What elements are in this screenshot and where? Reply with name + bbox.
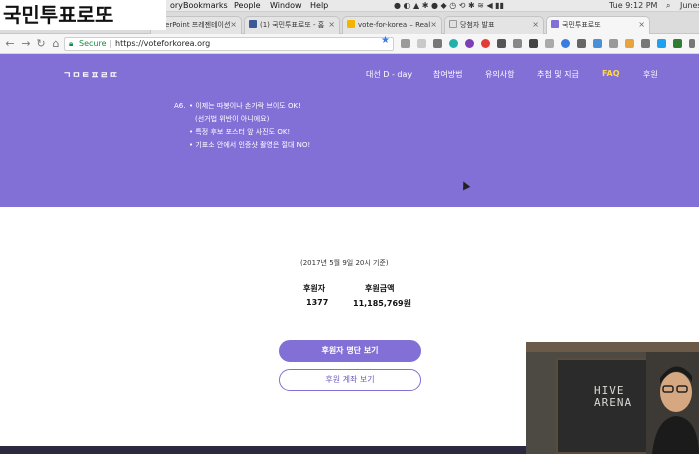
secure-label: Secure xyxy=(79,39,107,48)
extension-icon[interactable] xyxy=(513,39,522,48)
video-title-overlay: 국민투표로또 xyxy=(0,0,166,30)
search-icon[interactable]: ⌕ xyxy=(666,1,670,11)
bookmark-star-icon[interactable]: ★ xyxy=(381,35,390,46)
extension-icon[interactable] xyxy=(401,39,410,48)
extension-icon[interactable] xyxy=(545,39,554,48)
nav-item-how-to[interactable]: 참여방법 xyxy=(433,69,462,80)
address-bar[interactable]: 🔒︎ Secure https://voteforkorea.org xyxy=(64,37,394,51)
chalkboard-text: HIVE ARENA xyxy=(594,385,632,409)
user-menu[interactable]: Junes xyxy=(680,1,699,11)
tab-label: owerPoint 프레젠테이션 xyxy=(155,21,231,29)
extension-icon[interactable] xyxy=(625,39,634,48)
menu-window[interactable]: Window xyxy=(270,1,302,11)
webcam-overlay: HIVE ARENA xyxy=(526,342,699,454)
tab-label: 국민투표로또 xyxy=(562,21,601,29)
facebook-icon xyxy=(249,20,257,28)
tab-label: vote-for-korea – Real xyxy=(358,21,431,29)
home-icon[interactable]: ⌂ xyxy=(50,37,62,50)
donors-value: 1377 xyxy=(306,298,329,307)
clock: Tue 9:12 PM xyxy=(609,1,658,10)
close-icon[interactable]: × xyxy=(638,17,645,33)
extension-icon[interactable] xyxy=(593,39,602,48)
amount-label: 후원금액 xyxy=(365,284,395,293)
close-icon[interactable]: × xyxy=(328,17,335,33)
menu-history[interactable]: ory xyxy=(170,1,183,11)
menu-icon[interactable] xyxy=(689,39,695,48)
back-arrow-icon[interactable]: ← xyxy=(4,37,16,50)
extension-icon[interactable] xyxy=(561,39,570,48)
url-text: https://voteforkorea.org xyxy=(115,39,211,48)
extension-icon[interactable] xyxy=(465,39,474,48)
faq-bullet: • 기표소 안에서 인증샷 촬영은 절대 NO! xyxy=(189,141,311,149)
menu-people[interactable]: People xyxy=(234,1,261,11)
board-line: ARENA xyxy=(594,396,633,409)
tab-facebook[interactable]: (1) 국민투표로또 - 홈 × xyxy=(244,16,340,34)
extension-icon[interactable] xyxy=(609,39,618,48)
donor-list-button[interactable]: 후원자 명단 보기 xyxy=(279,340,421,362)
forward-arrow-icon[interactable]: → xyxy=(20,37,32,50)
extension-icon[interactable] xyxy=(417,39,426,48)
screen: ory Bookmarks People Window Help ● ◐ ▲ ✱… xyxy=(0,0,699,454)
faq-bullet: • 이제는 따봉이나 손가락 브이도 OK! xyxy=(189,102,301,110)
lock-icon: 🔒︎ xyxy=(69,39,74,48)
divider xyxy=(110,40,111,48)
nav-item-notes[interactable]: 유의사항 xyxy=(485,69,514,80)
tab-vote-for-korea[interactable]: vote-for-korea – Real × xyxy=(342,16,442,34)
nav-item-donate[interactable]: 후원 xyxy=(643,69,658,80)
presenter-image xyxy=(646,352,699,454)
extension-icon[interactable] xyxy=(641,39,650,48)
faq-bullet-sub: (선거법 위반이 아니에요) xyxy=(195,115,270,123)
site-logo[interactable]: ㄱㅁㅌㅍㄹㄸ xyxy=(63,68,119,81)
close-icon[interactable]: × xyxy=(532,17,539,33)
close-icon[interactable]: × xyxy=(430,17,437,33)
amount-value: 11,185,769원 xyxy=(353,299,411,308)
close-icon[interactable]: × xyxy=(230,17,237,33)
as-of-date: (2017년 5월 9일 20시 기준) xyxy=(300,259,389,267)
extension-icon[interactable] xyxy=(657,39,666,48)
wall-strip xyxy=(526,342,699,352)
tray-icons: ● ◐ ▲ ✱ ● ◆ ◷ ⟲ ✱ ≋ ◀ ▮▮ xyxy=(394,1,504,10)
nav-item-dday[interactable]: 대선 D - day xyxy=(366,69,412,80)
page-icon xyxy=(449,20,457,28)
extension-icon[interactable] xyxy=(481,39,490,48)
tab-winner-announcement[interactable]: 당첨자 발표 × xyxy=(444,16,544,34)
menu-help[interactable]: Help xyxy=(310,1,328,11)
donation-account-button[interactable]: 후원 계좌 보기 xyxy=(279,369,421,391)
tab-label: 당첨자 발표 xyxy=(460,21,495,29)
extension-icon[interactable] xyxy=(577,39,586,48)
donors-label: 후원자 xyxy=(303,284,326,293)
faq-answer-label: A6. xyxy=(174,102,186,110)
nav-item-draw[interactable]: 추첨 및 지급 xyxy=(537,69,579,80)
tab-active-lotto[interactable]: 국민투표로또 × xyxy=(546,16,650,34)
nav-item-faq[interactable]: FAQ xyxy=(602,69,620,78)
site-favicon-icon xyxy=(551,20,559,28)
realm-icon xyxy=(347,20,355,28)
reload-icon[interactable]: ↻ xyxy=(35,37,47,50)
extension-icon[interactable] xyxy=(497,39,506,48)
extension-icon[interactable] xyxy=(433,39,442,48)
extension-icon[interactable] xyxy=(673,39,682,48)
menu-bookmarks[interactable]: Bookmarks xyxy=(183,1,228,11)
tab-label: (1) 국민투표로또 - 홈 xyxy=(260,21,325,29)
extension-icon[interactable] xyxy=(529,39,538,48)
faq-bullet: • 특정 후보 포스터 앞 사진도 OK! xyxy=(189,128,291,136)
extension-icon[interactable] xyxy=(449,39,458,48)
